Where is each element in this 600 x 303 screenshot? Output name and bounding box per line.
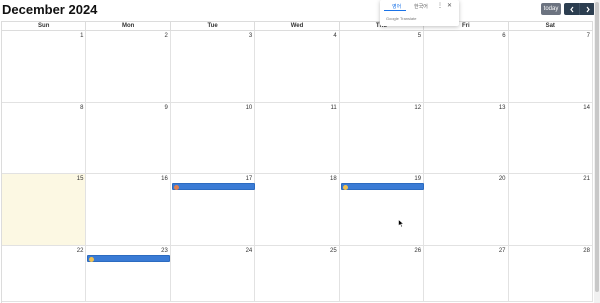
day-number: 27 <box>498 247 506 254</box>
week-row: 15 16 17 18 19 20 21 <box>2 174 593 246</box>
day-cell[interactable]: 6 <box>424 31 509 103</box>
chevron-right-icon <box>586 6 590 12</box>
day-cell[interactable]: 5 <box>339 31 425 103</box>
prev-month-button[interactable] <box>564 3 579 15</box>
day-number: 19 <box>414 176 422 182</box>
today-button[interactable]: today <box>541 3 561 15</box>
day-number: 3 <box>248 33 253 39</box>
next-month-button[interactable] <box>579 3 595 15</box>
day-number: 7 <box>586 33 590 39</box>
calendar-event[interactable] <box>171 183 255 190</box>
event-avatar-icon <box>342 185 348 190</box>
day-number: 25 <box>330 247 337 254</box>
day-cell[interactable]: 18 <box>255 174 340 246</box>
week-row: 22 23 24 25 26 27 28 <box>2 245 593 302</box>
weekday-header: Sat <box>508 22 593 31</box>
day-cell[interactable]: 26 <box>339 245 425 302</box>
day-cell[interactable]: 28 <box>508 245 593 302</box>
day-cell[interactable]: 2 <box>86 31 171 103</box>
day-number: 8 <box>80 104 84 111</box>
day-cell[interactable]: 21 <box>508 174 593 246</box>
day-number: 26 <box>414 247 422 254</box>
day-number: 12 <box>414 104 422 111</box>
day-cell[interactable]: 24 <box>170 245 256 302</box>
day-cell[interactable]: 23 <box>86 245 171 302</box>
nav-button-group <box>564 3 595 15</box>
day-cell[interactable]: 16 <box>86 174 171 246</box>
translate-popup: 영어 한국어 ⋮ ✕ Google Translate <box>380 0 459 26</box>
day-cell[interactable]: 20 <box>424 174 509 246</box>
day-cell[interactable]: 22 <box>2 245 87 302</box>
day-number: 5 <box>417 33 422 39</box>
day-number: 28 <box>583 247 590 254</box>
day-cell[interactable]: 3 <box>170 31 256 103</box>
scrollbar-thumb[interactable] <box>595 2 599 292</box>
day-cell[interactable]: 12 <box>339 102 425 174</box>
page-scrollbar[interactable] <box>594 0 600 303</box>
day-cell[interactable]: 11 <box>255 102 340 174</box>
day-number: 22 <box>76 247 84 254</box>
event-avatar-icon <box>173 185 179 190</box>
week-row: 8 9 10 11 12 13 14 <box>2 102 593 174</box>
day-number: 21 <box>583 176 590 182</box>
active-tab-underline <box>384 10 406 11</box>
week-row: 1 2 3 4 5 6 7 <box>2 31 593 103</box>
translate-brand: Google Translate <box>386 16 417 21</box>
translate-source-tab[interactable]: 영어 <box>392 3 401 10</box>
day-number: 1 <box>80 33 84 39</box>
day-number: 2 <box>164 33 168 39</box>
day-number: 4 <box>333 33 337 39</box>
calendar-title: December 2024 <box>2 2 98 17</box>
day-cell-today[interactable]: 15 <box>2 174 87 246</box>
day-number: 24 <box>245 247 253 254</box>
chevron-left-icon <box>569 6 573 12</box>
day-number: 23 <box>161 247 168 254</box>
day-cell[interactable]: 25 <box>255 245 340 302</box>
day-cell[interactable]: 19 <box>339 174 425 246</box>
more-options-icon[interactable]: ⋮ <box>437 2 443 9</box>
day-cell[interactable]: 10 <box>170 102 256 174</box>
day-cell[interactable]: 7 <box>508 31 593 103</box>
weekday-header: Sun <box>2 22 87 31</box>
weekday-header-row: Sun Mon Tue Wed Thu Fri Sat <box>2 22 593 31</box>
day-cell[interactable]: 1 <box>2 31 87 103</box>
mouse-cursor-icon <box>398 219 405 228</box>
calendar-header: December 2024 today <box>0 0 600 20</box>
day-cell[interactable]: 27 <box>424 245 509 302</box>
day-number: 18 <box>330 176 337 182</box>
day-cell[interactable]: 4 <box>255 31 340 103</box>
translate-target-tab[interactable]: 한국어 <box>414 3 428 10</box>
close-icon[interactable]: ✕ <box>447 2 452 9</box>
calendar-grid: Sun Mon Tue Wed Thu Fri Sat 1 2 3 4 5 6 … <box>1 21 593 303</box>
day-number: 17 <box>245 176 253 182</box>
day-number: 13 <box>498 104 506 111</box>
day-number: 9 <box>164 104 168 111</box>
day-number: 20 <box>498 176 506 182</box>
day-number: 6 <box>502 33 506 39</box>
calendar-event[interactable] <box>87 254 171 262</box>
weekday-header: Tue <box>170 22 256 31</box>
day-number: 15 <box>76 176 84 182</box>
day-number: 14 <box>583 104 590 111</box>
day-number: 10 <box>245 104 253 111</box>
day-cell[interactable]: 13 <box>424 102 509 174</box>
day-cell[interactable]: 14 <box>508 102 593 174</box>
weekday-header: Mon <box>86 22 171 31</box>
event-avatar-icon <box>89 256 95 262</box>
day-cell[interactable]: 17 <box>170 174 256 246</box>
day-number: 11 <box>330 104 337 111</box>
day-cell[interactable]: 8 <box>2 102 87 174</box>
weekday-header: Wed <box>255 22 340 31</box>
calendar-event[interactable] <box>340 183 424 190</box>
day-number: 16 <box>161 176 168 182</box>
day-cell[interactable]: 9 <box>86 102 171 174</box>
